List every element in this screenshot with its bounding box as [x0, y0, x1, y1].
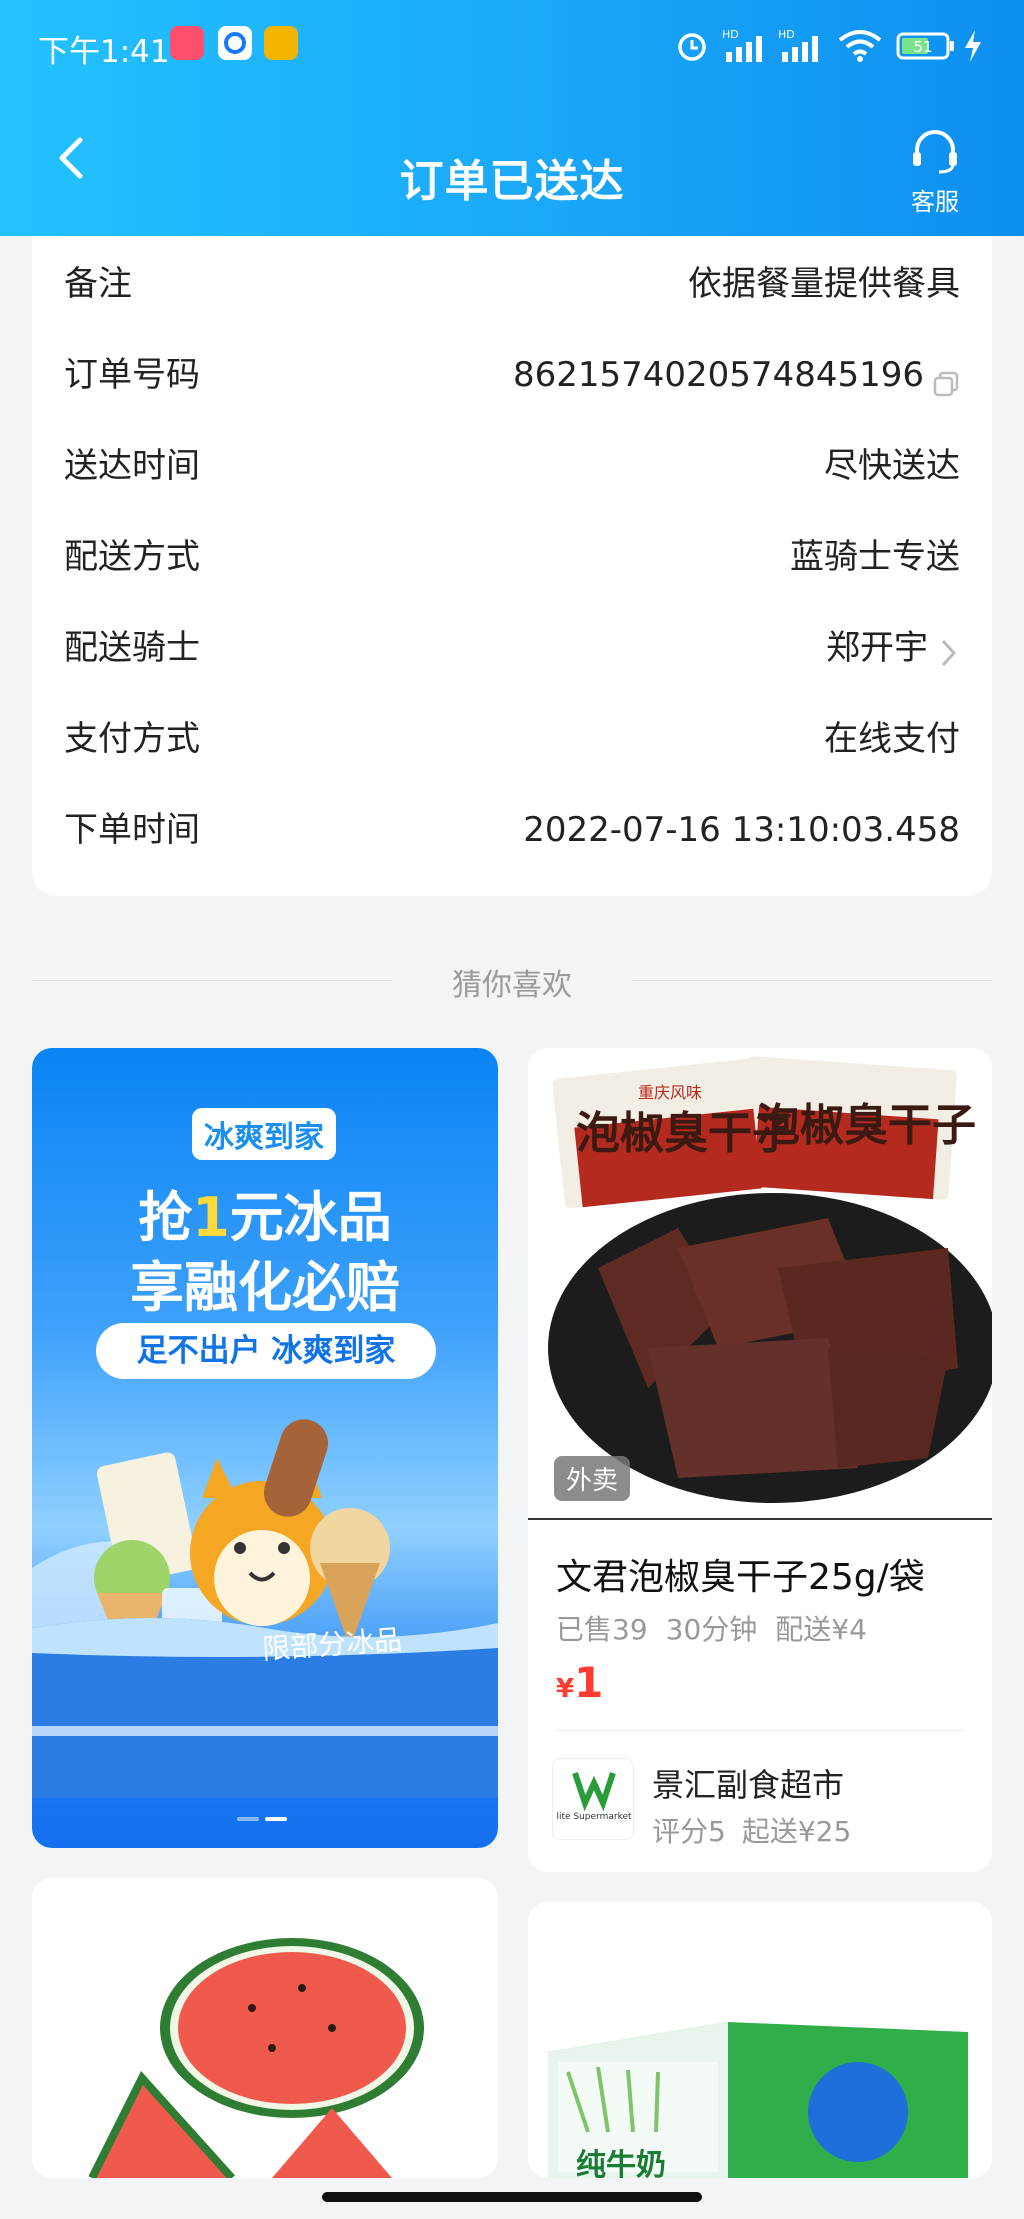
game-app-icon: [264, 26, 298, 60]
info-label: 配送方式: [64, 537, 200, 577]
product-price: ¥1: [556, 1658, 603, 1707]
headline-number: 1: [192, 1186, 230, 1249]
banner-tag: 冰爽到家: [192, 1108, 336, 1160]
signal-icon-1: HD: [722, 28, 772, 72]
order-number-value: 8621574020574845196: [512, 355, 924, 395]
shop-name: 景汇副食超市: [652, 1766, 845, 1804]
info-label: 备注: [64, 264, 132, 304]
customer-service-button[interactable]: 客服: [900, 128, 970, 217]
copy-icon[interactable]: [932, 357, 960, 396]
page-title: 订单已送达: [399, 156, 625, 207]
carousel-indicator: [237, 1806, 293, 1825]
product-card-watermelon[interactable]: [32, 1878, 498, 2178]
banner-pill: 足不出户 冰爽到家: [96, 1323, 436, 1379]
headline-part: 元冰品: [229, 1186, 392, 1249]
info-value: 在线支付: [824, 719, 960, 759]
product-name: 文君泡椒臭干子25g/袋: [556, 1557, 925, 1598]
top-header: 下午1:41 HD HD 51 订单已送达 客服: [0, 0, 1024, 236]
headset-icon: [913, 130, 957, 174]
watermelon-image: [88, 1938, 424, 2178]
takeaway-badge: 外卖: [554, 1456, 631, 1501]
headline-part: 抢: [138, 1186, 193, 1249]
battery-level: 51: [913, 38, 932, 56]
rider-group[interactable]: 郑开宇: [826, 618, 960, 678]
home-indicator[interactable]: [322, 2192, 702, 2202]
customer-service-label: 客服: [911, 188, 959, 216]
milk-box-image: [548, 2022, 968, 2178]
signal-icon-2: HD: [778, 28, 828, 72]
info-row-payment: 支付方式 在线支付: [64, 709, 960, 769]
shop-rating: 评分5: [652, 1815, 726, 1848]
status-time: 下午1:41: [38, 34, 170, 70]
info-label: 下单时间: [64, 810, 200, 850]
battery-icon: 51: [896, 28, 956, 72]
carousel-dot-active: [265, 1817, 287, 1821]
info-row-delivery-method: 配送方式 蓝骑士专送: [64, 527, 960, 587]
carousel-dot: [237, 1817, 259, 1821]
info-value: 尽快送达: [824, 446, 960, 486]
alarm-icon: [674, 28, 710, 72]
price-value: 1: [574, 1658, 604, 1707]
info-value: 依据餐量提供餐具: [688, 264, 960, 304]
info-row-remark: 备注 依据餐量提供餐具: [64, 254, 960, 314]
shop-min-order: 起送¥25: [741, 1815, 852, 1848]
rider-name: 郑开宇: [826, 628, 928, 668]
svg-text:HD: HD: [722, 28, 739, 41]
ice-promo-banner[interactable]: 冰爽到家 抢1元冰品 享融化必赔 足不出户 冰爽到家 限部分冰品: [32, 1048, 498, 1848]
product-card-milk[interactable]: 纯牛奶: [528, 1902, 992, 2178]
milk-label: 纯牛奶: [576, 2148, 666, 2178]
info-label: 订单号码: [64, 355, 200, 395]
ice-cream-illustration: [32, 1419, 498, 1798]
info-row-delivery-time: 送达时间 尽快送达: [64, 436, 960, 496]
image-divider: [528, 1518, 992, 1520]
product-card[interactable]: 泡椒臭干子 泡椒臭干子 重庆风味 外卖 文君泡椒臭干子25g/袋 已售39 30分…: [528, 1048, 992, 1872]
info-label: 支付方式: [64, 719, 200, 759]
info-row-rider[interactable]: 配送骑士 郑开宇: [64, 618, 960, 678]
product-image: 泡椒臭干子 泡椒臭干子 重庆风味 外卖: [528, 1048, 992, 1518]
svg-text:HD: HD: [778, 28, 795, 41]
shop-logo-text: lite Supermarket: [556, 1812, 632, 1822]
product-delivery-fee: 配送¥4: [775, 1613, 867, 1646]
shop-meta: 评分5 起送¥25: [652, 1810, 851, 1850]
shop-logo: lite Supermarket: [552, 1758, 634, 1840]
info-value: 蓝骑士专送: [790, 537, 960, 577]
info-value: 2022-07-16 13:10:03.458: [523, 810, 960, 850]
order-info-card: 备注 依据餐量提供餐具 订单号码 8621574020574845196 送达时…: [32, 236, 992, 896]
charging-icon: [962, 28, 984, 72]
package-subtitle: 重庆风味: [638, 1083, 702, 1102]
browser-app-icon: [218, 26, 252, 60]
product-time: 30分钟: [665, 1613, 758, 1646]
wifi-icon: [838, 28, 882, 72]
chevron-right-icon: [938, 629, 960, 666]
shop-divider: [556, 1730, 964, 1731]
info-row-order-number: 订单号码 8621574020574845196: [64, 345, 960, 405]
taobao-app-icon: [170, 26, 204, 60]
product-meta: 已售39 30分钟 配送¥4: [556, 1608, 885, 1648]
banner-headline-1: 抢1元冰品: [32, 1173, 498, 1252]
order-number-group: 8621574020574845196: [513, 345, 960, 405]
info-label: 配送骑士: [64, 628, 200, 668]
recommend-section-title: 猜你喜欢: [32, 960, 992, 1003]
product-sold: 已售39: [556, 1613, 648, 1646]
price-currency: ¥: [556, 1674, 575, 1704]
status-bar: 下午1:41 HD HD 51: [0, 22, 1024, 72]
package-label-right: 泡椒臭干子: [756, 1100, 976, 1151]
info-row-order-time: 下单时间 2022-07-16 13:10:03.458: [64, 800, 960, 860]
info-label: 送达时间: [64, 446, 200, 486]
banner-headline-2: 享融化必赔: [130, 1256, 400, 1319]
